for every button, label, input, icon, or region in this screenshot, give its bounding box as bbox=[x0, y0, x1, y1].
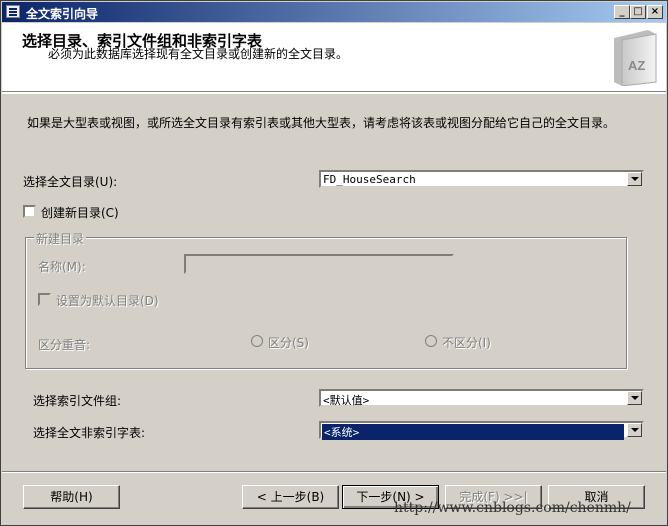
book-icon: AZ bbox=[614, 30, 657, 86]
watermark-text: http://www.cnblogs.com/chenmh/ bbox=[394, 500, 631, 516]
book-label: AZ bbox=[628, 58, 645, 73]
close-button[interactable]: × bbox=[647, 5, 663, 19]
create-new-label[interactable]: 创建新目录(C) bbox=[41, 204, 119, 221]
instruction-text: 如果是大型表或视图，或所选全文目录有索引表或其他大型表，请考虑将该表或视图分配给… bbox=[27, 116, 616, 130]
maximize-button[interactable]: □ bbox=[630, 5, 646, 19]
page-subtitle: 必须为此数据库选择现有全文目录或创建新的全文目录。 bbox=[48, 47, 349, 61]
catalog-select[interactable]: FD_HouseSearch bbox=[319, 170, 644, 188]
catalog-value: FD_HouseSearch bbox=[323, 173, 416, 186]
name-input[interactable] bbox=[184, 254, 454, 274]
title-bar: 全文索引向导 _ □ × bbox=[2, 2, 666, 22]
filegroup-label: 选择索引文件组: bbox=[33, 394, 122, 408]
window-title: 全文索引向导 bbox=[26, 7, 99, 21]
wizard-header: 选择目录、索引文件组和非索引字表 必须为此数据库选择现有全文目录或创建新的全文目… bbox=[2, 23, 666, 92]
wizard-window: 全文索引向导 _ □ × 选择目录、索引文件组和非索引字表 必须为此数据库选择现… bbox=[0, 0, 668, 526]
default-catalog-label: 设置为默认目录(D) bbox=[56, 294, 159, 308]
header-divider bbox=[2, 91, 666, 94]
default-catalog-checkbox[interactable] bbox=[38, 293, 51, 306]
stoplist-label: 选择全文非索引字表: bbox=[33, 426, 146, 440]
footer-divider bbox=[2, 471, 666, 473]
accent-insensitive-label: 不区分(I) bbox=[442, 336, 491, 350]
accent-label: 区分重音: bbox=[38, 338, 91, 352]
accent-sensitive-label: 区分(S) bbox=[268, 336, 309, 350]
new-catalog-group: 新建目录 名称(M): 设置为默认目录(D) 区分重音: 区分(S) 不区分(I… bbox=[25, 230, 627, 369]
filegroup-value: <默认值> bbox=[323, 394, 370, 407]
app-icon bbox=[6, 5, 20, 18]
stoplist-value: <系统> bbox=[322, 424, 624, 440]
stoplist-select[interactable]: <系统> bbox=[319, 421, 644, 440]
create-new-checkbox[interactable] bbox=[23, 205, 36, 218]
filegroup-select[interactable]: <默认值> bbox=[319, 389, 644, 407]
group-title: 新建目录 bbox=[34, 230, 87, 247]
back-button[interactable]: < 上一步(B) bbox=[242, 485, 339, 509]
help-button[interactable]: 帮助(H) bbox=[23, 485, 120, 509]
accent-sensitive-radio[interactable] bbox=[251, 335, 263, 347]
minimize-button[interactable]: _ bbox=[614, 5, 630, 19]
accent-insensitive-radio[interactable] bbox=[425, 335, 437, 347]
catalog-label: 选择全文目录(U): bbox=[23, 175, 118, 189]
chevron-down-icon[interactable] bbox=[627, 391, 642, 405]
name-label: 名称(M): bbox=[38, 260, 86, 274]
chevron-down-icon[interactable] bbox=[627, 172, 642, 186]
chevron-down-icon[interactable] bbox=[627, 423, 642, 437]
